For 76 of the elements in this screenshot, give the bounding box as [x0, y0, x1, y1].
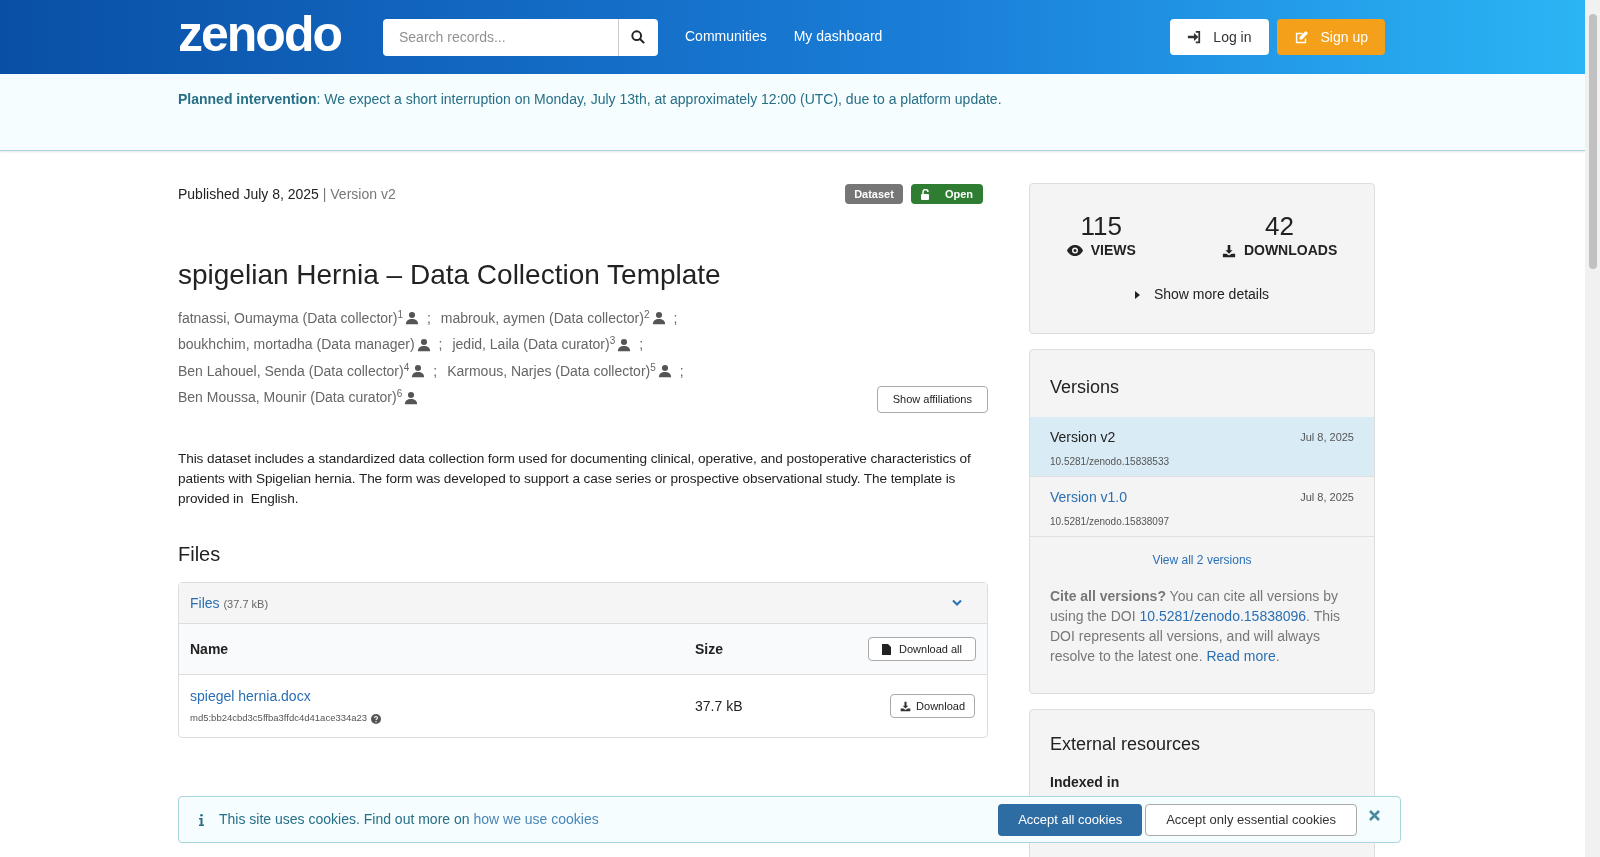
download-icon [900, 700, 912, 712]
site-logo[interactable]: zenodo [178, 4, 341, 64]
close-icon[interactable] [1369, 810, 1380, 821]
person-icon [404, 390, 419, 405]
downloads-count: 42 [1265, 212, 1294, 240]
nav-link[interactable]: My dashboard [793, 25, 883, 47]
accept-essential-cookies-button[interactable]: Accept only essential cookies [1145, 803, 1357, 836]
downloads-label: DOWNLOADS [1243, 241, 1338, 260]
files-panel-title: Files (37.7 kB) [190, 593, 269, 613]
login-button[interactable]: Log in [1170, 19, 1269, 55]
file-size: 37.7 kB [695, 696, 743, 716]
person-icon [651, 311, 666, 326]
file-link[interactable]: spiegel hernia.docx [190, 686, 695, 708]
file-icon [882, 643, 891, 655]
author-name[interactable]: mabrouk, aymen (Data collector)$^{2}$ [440, 307, 650, 329]
files-heading: Files [178, 542, 222, 567]
column-header: Name [190, 639, 230, 659]
notice-text: Planned intervention: We expect a short interruption on Monday, July 13th, at approximately 12:00 (UTC), due to a platform update. [178, 90, 1003, 109]
author-name[interactable]: Ben Lahouel, Senda (Data collector)$^{4}$ [178, 360, 410, 382]
version-label: Version v2 [1050, 428, 1116, 447]
show-affiliations-button[interactable]: Show affiliations [876, 386, 988, 413]
author-separator: ; [426, 308, 431, 328]
type-badge: Dataset [845, 184, 903, 204]
access-badge: Open [910, 184, 983, 204]
author-name[interactable]: boukhchim, mortadha (Data manager) [178, 334, 415, 356]
view-all-versions-link[interactable]: View all 2 versions [1152, 551, 1252, 569]
author-separator: ; [679, 361, 684, 381]
author-name[interactable]: Karmous, Narjes (Data collector)$^{5}$ [447, 360, 656, 382]
views-label: VIEWS [1090, 241, 1136, 260]
author-name[interactable]: fatnassi, Oumayma (Data collector)$^{1}$ [178, 307, 403, 329]
person-icon [411, 364, 426, 379]
person-icon [617, 337, 632, 352]
login-icon [1187, 30, 1202, 44]
nav-link[interactable]: Communities [685, 25, 767, 47]
download-all-button[interactable]: Download all [868, 637, 976, 661]
person-icon [404, 311, 419, 326]
external-resources-heading: External resources [1050, 733, 1202, 756]
versions-heading: Versions [1049, 376, 1121, 399]
edit-icon [1293, 29, 1309, 45]
author-separator: ; [639, 335, 644, 355]
download-button[interactable]: Download [890, 694, 975, 718]
eye-icon [1066, 245, 1083, 256]
help-icon[interactable] [371, 713, 382, 724]
author-name[interactable]: jedid, Laila (Data curator)$^{3}$ [452, 334, 616, 356]
accept-all-cookies-button[interactable]: Accept all cookies [998, 803, 1143, 836]
indexed-in-heading: Indexed in [1050, 773, 1121, 792]
read-more-link[interactable]: Read more [1206, 648, 1276, 664]
person-icon [657, 364, 672, 379]
author-separator: ; [438, 335, 443, 355]
publication-info: Published July 8, 2025 | Version v2 [178, 184, 396, 204]
files-panel-header[interactable]: Files (37.7 kB) [179, 583, 987, 624]
column-header: Size [695, 639, 723, 659]
person-icon [416, 337, 431, 352]
author-separator: ; [673, 308, 678, 328]
caret-icon [1134, 290, 1140, 299]
file-checksum: md5:bb24cbd3c5ffba3ffdc4d41ace334a23 [190, 711, 368, 726]
author-name[interactable]: Ben Moussa, Mounir (Data curator)$^{6}$ [178, 387, 403, 409]
show-more-details-toggle[interactable]: Show more details [1134, 284, 1270, 305]
cookie-notice: This site uses cookies. Find out more on how we use cookies [219, 810, 599, 829]
search-icon [631, 30, 646, 44]
version-doi: 10.5281/zenodo.15838097 [1050, 515, 1170, 529]
version-item[interactable]: Version v1.0 Jul 8, 2025 10.5281/zenodo.15838097 [1030, 477, 1374, 537]
record-title: spigelian Hernia – Data Collection Template [178, 259, 722, 291]
version-date: Jul 8, 2025 [1300, 490, 1354, 506]
cite-all-versions-text: Cite all versions? You can cite all versions by using the DOI 10.5281/zenodo.15838096. This DOI represents all versions, and will always resolve to the latest one. Read more. [1049, 587, 1342, 666]
author-separator: ; [433, 361, 438, 381]
version-doi: 10.5281/zenodo.15838533 [1050, 455, 1170, 469]
version-item[interactable]: Version v2 Jul 8, 2025 10.5281/zenodo.15838533 [1030, 417, 1374, 477]
version-label: Version v1.0 [1050, 488, 1128, 507]
cookie-policy-link[interactable]: how we use cookies [473, 811, 599, 827]
unlock-icon [920, 188, 931, 200]
views-count: 115 [1080, 212, 1123, 240]
version-date: Jul 8, 2025 [1300, 430, 1354, 446]
record-description: This dataset includes a standardized data collection form used for documenting clinical, operative, and postoperative characteristics of patients with Spigelian hernia. The form was developed to support a case series or prospective observational study. The template is provided in English. [178, 450, 972, 508]
info-icon [199, 813, 204, 826]
download-icon [1221, 243, 1236, 258]
